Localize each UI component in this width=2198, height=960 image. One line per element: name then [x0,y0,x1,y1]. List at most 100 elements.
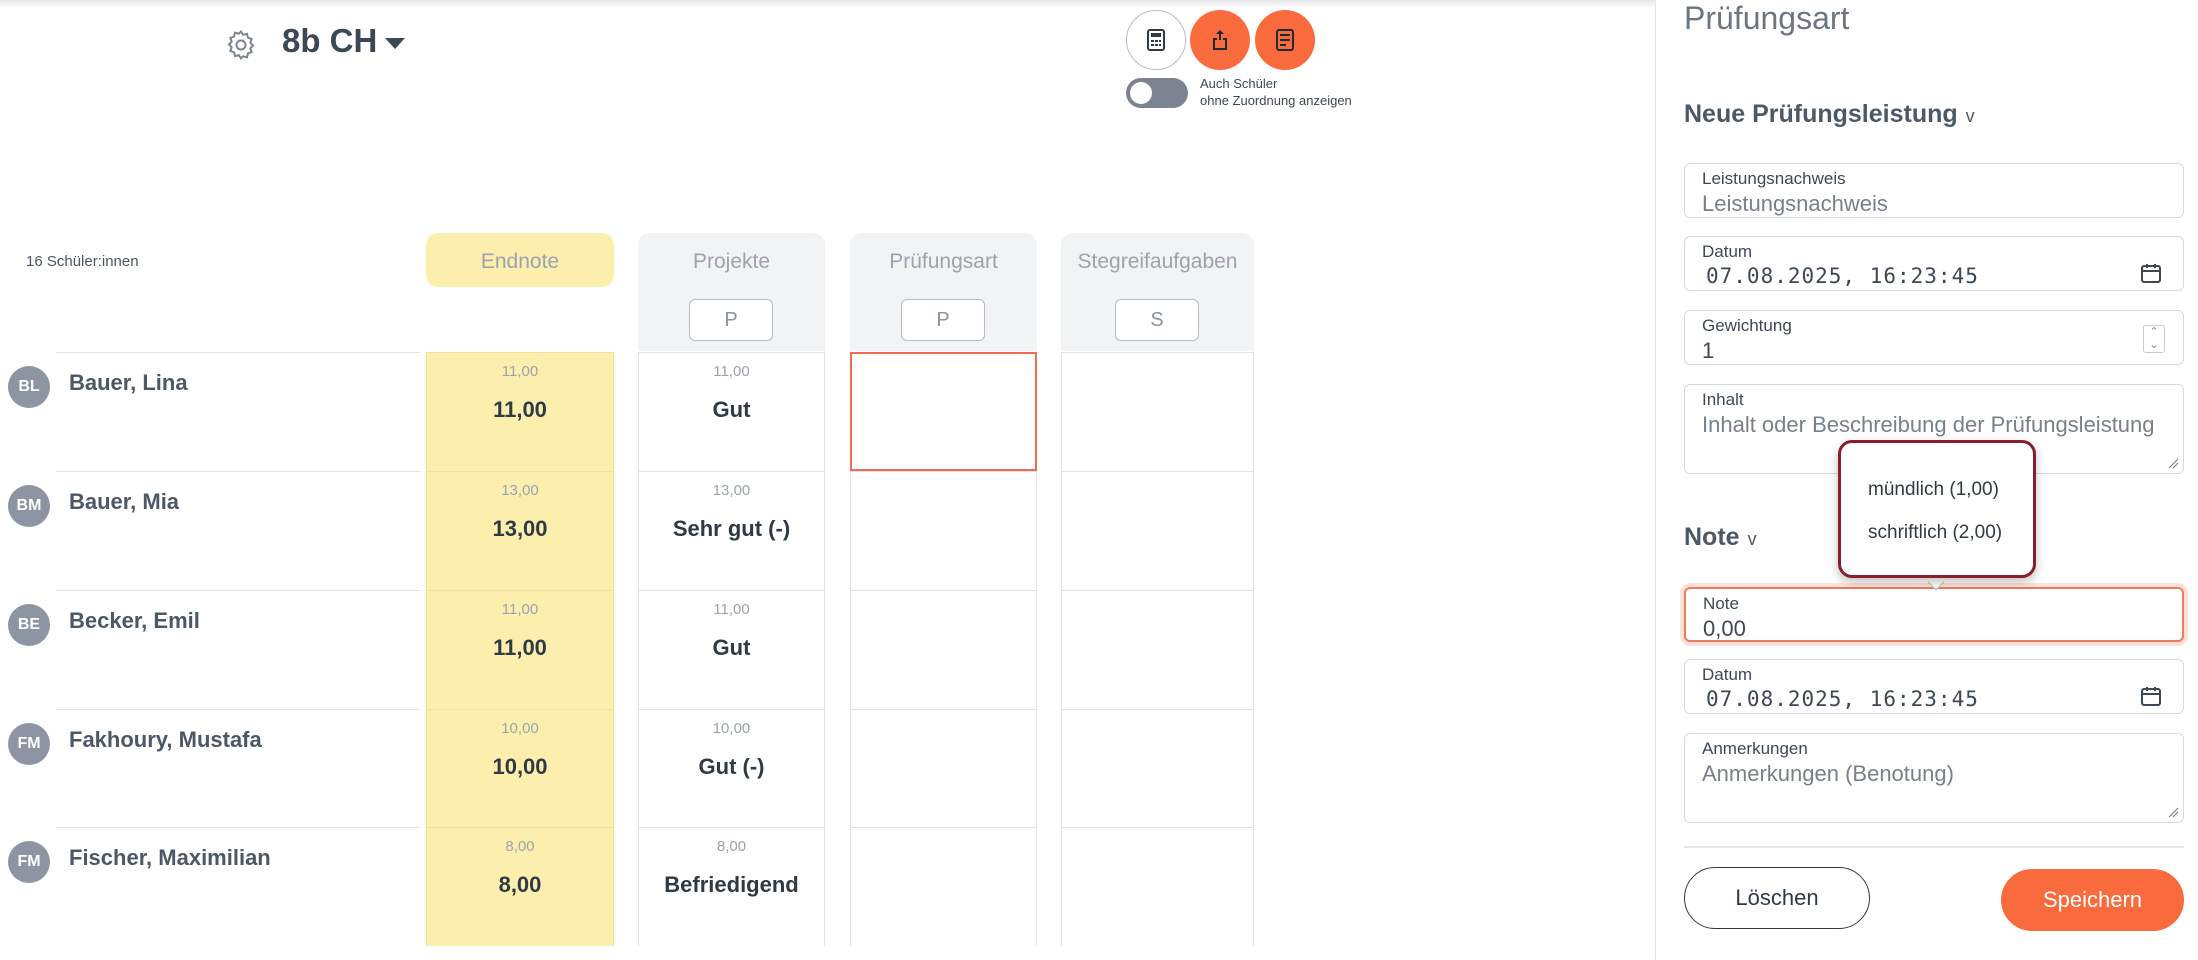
leistungsnachweis-placeholder: Leistungsnachweis [1702,191,1888,216]
delete-button[interactable]: Löschen [1684,867,1870,929]
pruefungsart-cell[interactable] [850,709,1037,828]
projekte-cell[interactable]: 10,00 Gut (-) [638,709,825,828]
pruefungsart-cell[interactable] [850,590,1037,709]
column-type-chip[interactable]: S [1115,299,1199,341]
projekte-cell[interactable]: 11,00 Gut [638,590,825,709]
student-name[interactable]: Fischer, Maximilian [69,845,271,871]
pruefungsart-cell[interactable] [850,827,1037,946]
class-title[interactable]: 8b CH [282,22,377,60]
dropdown-option-muendlich[interactable]: mündlich (1,00) [1868,479,1999,501]
section-title-label: Note [1684,523,1740,551]
stegreifaufgaben-cell[interactable] [1061,709,1254,828]
endnote-cell[interactable]: 11,00 11,00 [426,590,614,709]
stegreifaufgaben-cell[interactable] [1061,352,1254,471]
datum-field[interactable]: Datum 07.08.2025, 16:23:45 [1684,236,2184,291]
endnote-value: 8,00 [498,872,542,897]
table-row: FM Fakhoury, Mustafa 10,00 10,00 10,00 G… [0,709,1260,828]
avatar: FM [8,841,50,883]
endnote-raw: 11,00 [501,601,539,618]
table-row: FM Fischer, Maximilian 8,00 8,00 8,00 Be… [0,827,1260,946]
endnote-cell[interactable]: 11,00 11,00 [426,352,614,471]
endnote-raw: 13,00 [501,482,539,499]
projekte-grade: Gut [712,397,751,422]
endnote-value: 11,00 [493,397,547,422]
avatar: BE [8,604,50,646]
calendar-icon[interactable] [2139,261,2163,285]
stepper-icon[interactable]: ⌃ ⌄ [2143,325,2165,353]
note-value: 0,00 [1703,616,1746,641]
stegreifaufgaben-cell[interactable] [1061,590,1254,709]
stegreifaufgaben-cell[interactable] [1061,471,1254,590]
inhalt-label: Inhalt [1702,390,1744,409]
calculator-icon [1147,29,1165,51]
app-root: 8b CH Auch Schüler ohne Zuordnung anzeig… [0,0,2198,960]
chevron-down-icon[interactable] [385,38,405,49]
datum-note-field[interactable]: Datum 07.08.2025, 16:23:45 [1684,659,2184,714]
column-type-chip[interactable]: P [901,299,985,341]
stegreifaufgaben-cell[interactable] [1061,827,1254,946]
projekte-cell[interactable]: 8,00 Befriedigend [638,827,825,946]
endnote-cell[interactable]: 8,00 8,00 [426,827,614,946]
pruefungsart-cell-selected[interactable] [850,352,1037,471]
endnote-value: 10,00 [492,754,548,779]
projekte-raw: 10,00 [712,720,751,737]
projekte-grade: Befriedigend [664,872,799,897]
student-name[interactable]: Bauer, Mia [69,489,179,515]
toggle-label: Auch Schüler ohne Zuordnung anzeigen [1200,75,1352,109]
gewichtung-value: 1 [1702,338,1715,363]
table-row: BL Bauer, Lina 11,00 11,00 11,00 Gut [0,352,1260,471]
avatar: FM [8,723,50,765]
chevron-down-icon: v [1965,106,1975,126]
top-shadow [0,0,1655,8]
leistungsnachweis-label: Leistungsnachweis [1702,169,1846,188]
gewichtung-label: Gewichtung [1702,316,1792,335]
anmerkungen-field[interactable]: Anmerkungen Anmerkungen (Benotung) [1684,733,2184,823]
student-name[interactable]: Becker, Emil [69,608,200,634]
avatar: BL [8,366,50,408]
note-field[interactable]: Note 0,00 [1684,587,2184,642]
projekte-cell[interactable]: 13,00 Sehr gut (-) [638,471,825,590]
anmerkungen-label: Anmerkungen [1702,739,1808,758]
endnote-raw: 10,00 [501,720,539,737]
pruefungsart-cell[interactable] [850,471,1037,590]
column-type-chip[interactable]: P [689,299,773,341]
calendar-icon[interactable] [2139,684,2163,708]
leistungsnachweis-field[interactable]: Leistungsnachweis Leistungsnachweis [1684,163,2184,218]
projekte-grade: Gut (-) [698,754,765,779]
datum-note-label: Datum [1702,665,1753,684]
datum-note-value: 07.08.2025, 16:23:45 [1706,687,1979,711]
section-neue-pruefungsleistung[interactable]: Neue Prüfungsleistung v [1684,100,1975,129]
student-name[interactable]: Bauer, Lina [69,370,188,396]
export-button[interactable] [1190,10,1250,70]
save-button[interactable]: Speichern [2001,869,2184,931]
show-unassigned-toggle[interactable] [1126,78,1188,108]
student-count: 16 Schüler:innen [26,253,139,270]
projekte-raw: 11,00 [713,601,750,618]
datum-value: 07.08.2025, 16:23:45 [1706,264,1979,288]
student-name[interactable]: Fakhoury, Mustafa [69,727,262,753]
section-title-label: Neue Prüfungsleistung [1684,100,1958,128]
endnote-cell[interactable]: 10,00 10,00 [426,709,614,828]
document-icon [1276,29,1294,51]
endnote-value: 11,00 [493,635,547,660]
column-header-endnote[interactable]: Endnote [426,233,614,287]
note-label: Note [1703,594,1739,613]
gewichtung-field[interactable]: Gewichtung 1 ⌃ ⌄ [1684,310,2184,365]
divider [1684,846,2184,848]
dropdown-option-schriftlich[interactable]: schriftlich (2,00) [1868,522,2002,544]
report-button[interactable] [1255,10,1315,70]
projekte-cell[interactable]: 11,00 Gut [638,352,825,471]
chevron-down-icon: v [1747,529,1757,549]
panel-title: Prüfungsart [1684,0,1850,36]
projekte-grade: Gut [712,635,751,660]
resize-handle-icon[interactable] [2167,806,2179,818]
table-row: BM Bauer, Mia 13,00 13,00 13,00 Sehr gut… [0,471,1260,590]
toggle-label-line2: ohne Zuordnung anzeigen [1200,93,1352,108]
endnote-cell[interactable]: 13,00 13,00 [426,471,614,590]
endnote-value: 13,00 [492,516,548,541]
calculator-button[interactable] [1126,10,1186,70]
section-note[interactable]: Note v [1684,523,1757,552]
resize-handle-icon[interactable] [2167,457,2179,469]
column-header-label: Endnote [480,250,560,273]
gear-icon[interactable] [224,28,258,62]
